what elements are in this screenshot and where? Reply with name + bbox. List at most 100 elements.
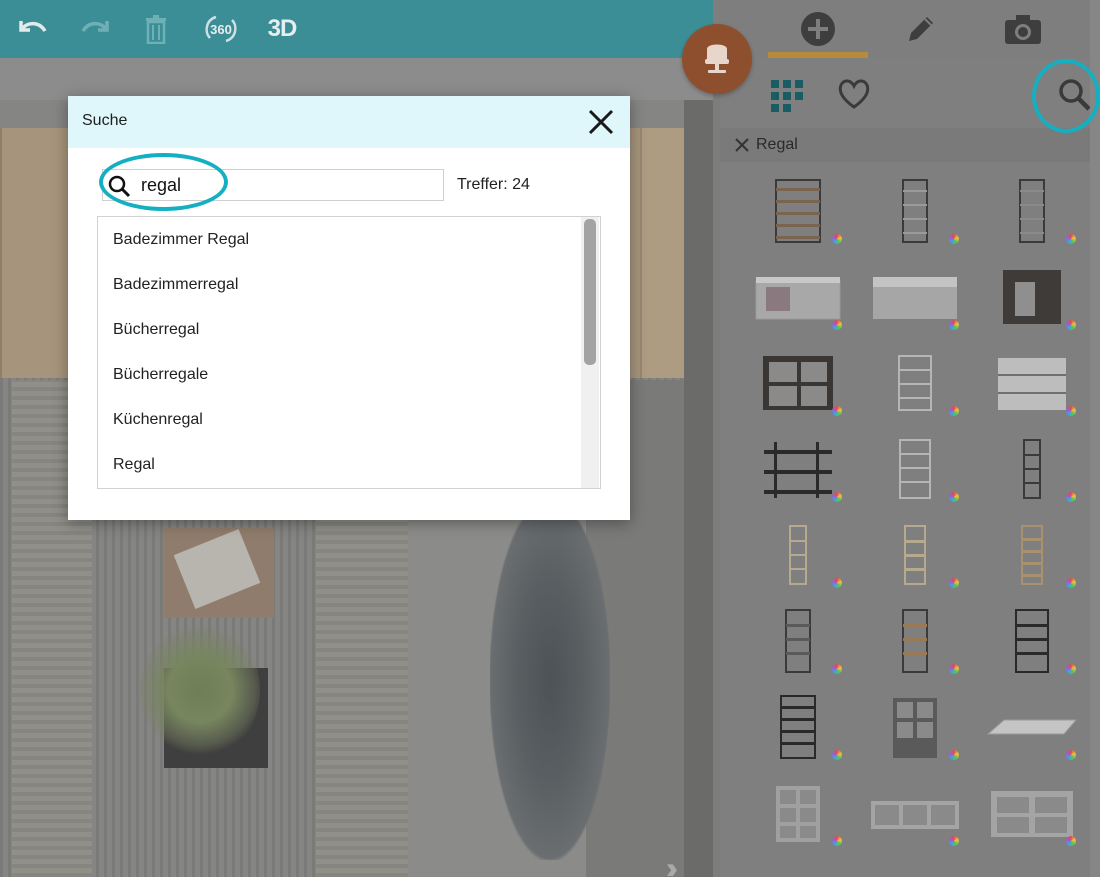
cube-shelf-icon xyxy=(776,786,820,842)
shelf-icon xyxy=(1021,525,1043,585)
catalog-item[interactable] xyxy=(740,426,856,512)
catalog-item[interactable] xyxy=(974,512,1090,598)
undo-button[interactable] xyxy=(8,0,56,58)
catalog-item[interactable] xyxy=(857,168,973,254)
catalog-item[interactable] xyxy=(974,426,1090,512)
color-variants-icon xyxy=(1066,750,1076,760)
shelf-icon xyxy=(1023,439,1041,499)
list-item[interactable]: Bücherregale xyxy=(113,366,208,384)
sidebar-tabs xyxy=(713,0,1090,58)
grid-icon xyxy=(771,80,803,112)
catalog-item[interactable] xyxy=(857,684,973,770)
undo-icon xyxy=(19,21,47,33)
dialog-close-button[interactable] xyxy=(586,107,616,137)
color-variants-icon xyxy=(949,836,959,846)
color-variants-icon xyxy=(949,750,959,760)
catalog-item[interactable] xyxy=(740,770,856,856)
wire-shelf-icon xyxy=(898,355,932,411)
shelf-icon xyxy=(1019,179,1045,243)
color-variants-icon xyxy=(949,578,959,588)
shelf-icon xyxy=(780,695,816,759)
cube-shelf-icon xyxy=(871,801,959,829)
wire-shelf-icon xyxy=(899,439,931,499)
list-item[interactable]: Badezimmer Regal xyxy=(113,231,249,249)
color-variants-icon xyxy=(949,664,959,674)
filter-chip-label: Regal xyxy=(756,136,798,153)
bookcase-icon xyxy=(763,356,833,410)
catalog-item[interactable] xyxy=(974,254,1090,340)
shelf-icon xyxy=(904,525,926,585)
cabinet-icon xyxy=(893,698,937,758)
color-variants-icon xyxy=(832,320,842,330)
catalog-item[interactable] xyxy=(857,340,973,426)
close-icon[interactable] xyxy=(734,137,750,153)
wall-shelf-icon xyxy=(764,442,832,498)
shelf-icon xyxy=(902,179,928,243)
shelf-icon xyxy=(785,609,811,673)
furniture-fab-button[interactable] xyxy=(682,24,752,94)
chair-icon xyxy=(705,44,729,73)
color-variants-icon xyxy=(1066,578,1076,588)
heart-icon xyxy=(838,79,870,109)
trash-icon xyxy=(146,15,166,44)
color-variants-icon xyxy=(1066,836,1076,846)
catalog-item[interactable] xyxy=(974,684,1090,770)
chevron-right-icon[interactable]: ›› xyxy=(666,852,678,877)
catalog-item[interactable] xyxy=(974,340,1090,426)
catalog-item[interactable] xyxy=(857,254,973,340)
plus-icon xyxy=(801,12,835,46)
tab-edit[interactable] xyxy=(871,0,971,58)
close-icon xyxy=(588,109,614,135)
top-toolbar: 360 3D xyxy=(0,0,713,58)
list-item[interactable]: Küchenregal xyxy=(113,411,203,429)
redo-icon xyxy=(81,21,109,33)
catalog-item[interactable] xyxy=(740,684,856,770)
subtab-favorites[interactable] xyxy=(837,78,871,115)
view-360-label: 360 xyxy=(210,21,232,37)
tab-camera[interactable] xyxy=(973,0,1073,58)
tab-add[interactable] xyxy=(768,0,868,58)
catalog-item[interactable] xyxy=(740,254,856,340)
toolbar-subbar xyxy=(0,58,713,100)
list-item[interactable]: Regal xyxy=(113,456,155,474)
color-variants-icon xyxy=(832,578,842,588)
catalog-item[interactable] xyxy=(740,168,856,254)
results-scrollbar-thumb[interactable] xyxy=(584,219,596,365)
catalog-item[interactable] xyxy=(857,426,973,512)
catalog-item[interactable] xyxy=(857,512,973,598)
catalog-item[interactable] xyxy=(974,770,1090,856)
shelf-icon xyxy=(789,525,807,585)
color-variants-icon xyxy=(832,750,842,760)
redo-button[interactable] xyxy=(72,0,120,58)
catalog-item[interactable] xyxy=(740,598,856,684)
catalog-item[interactable] xyxy=(857,598,973,684)
catalog-item[interactable] xyxy=(740,340,856,426)
view-3d-button[interactable]: 3D xyxy=(258,0,306,58)
shelf-icon xyxy=(998,358,1066,410)
delete-button[interactable] xyxy=(132,0,180,58)
shelf-icon xyxy=(1015,609,1049,673)
search-dialog: Suche Treffer: 24 Badezimmer Regal Badez… xyxy=(68,96,630,520)
catalog-item[interactable] xyxy=(740,512,856,598)
color-variants-icon xyxy=(832,406,842,416)
color-variants-icon xyxy=(1066,320,1076,330)
view-360-button[interactable]: 360 xyxy=(196,0,246,58)
shelf-icon xyxy=(902,609,928,673)
list-item[interactable]: Bücherregal xyxy=(113,321,199,339)
catalog-item[interactable] xyxy=(974,168,1090,254)
sidebar-scrollbar[interactable] xyxy=(1090,0,1100,877)
color-variants-icon xyxy=(832,836,842,846)
color-variants-icon xyxy=(949,492,959,502)
color-variants-icon xyxy=(949,320,959,330)
catalog-item[interactable] xyxy=(974,598,1090,684)
results-scrollbar[interactable] xyxy=(581,217,599,488)
camera-icon xyxy=(1005,15,1041,44)
active-filter-chip[interactable]: Regal xyxy=(720,128,1090,162)
dialog-title: Suche xyxy=(82,112,128,129)
catalog-item[interactable] xyxy=(857,770,973,856)
list-item[interactable]: Badezimmerregal xyxy=(113,276,238,294)
plant-leaves xyxy=(140,620,260,760)
color-variants-icon xyxy=(832,492,842,502)
color-variants-icon xyxy=(832,664,842,674)
subtab-catalog[interactable] xyxy=(771,80,803,117)
